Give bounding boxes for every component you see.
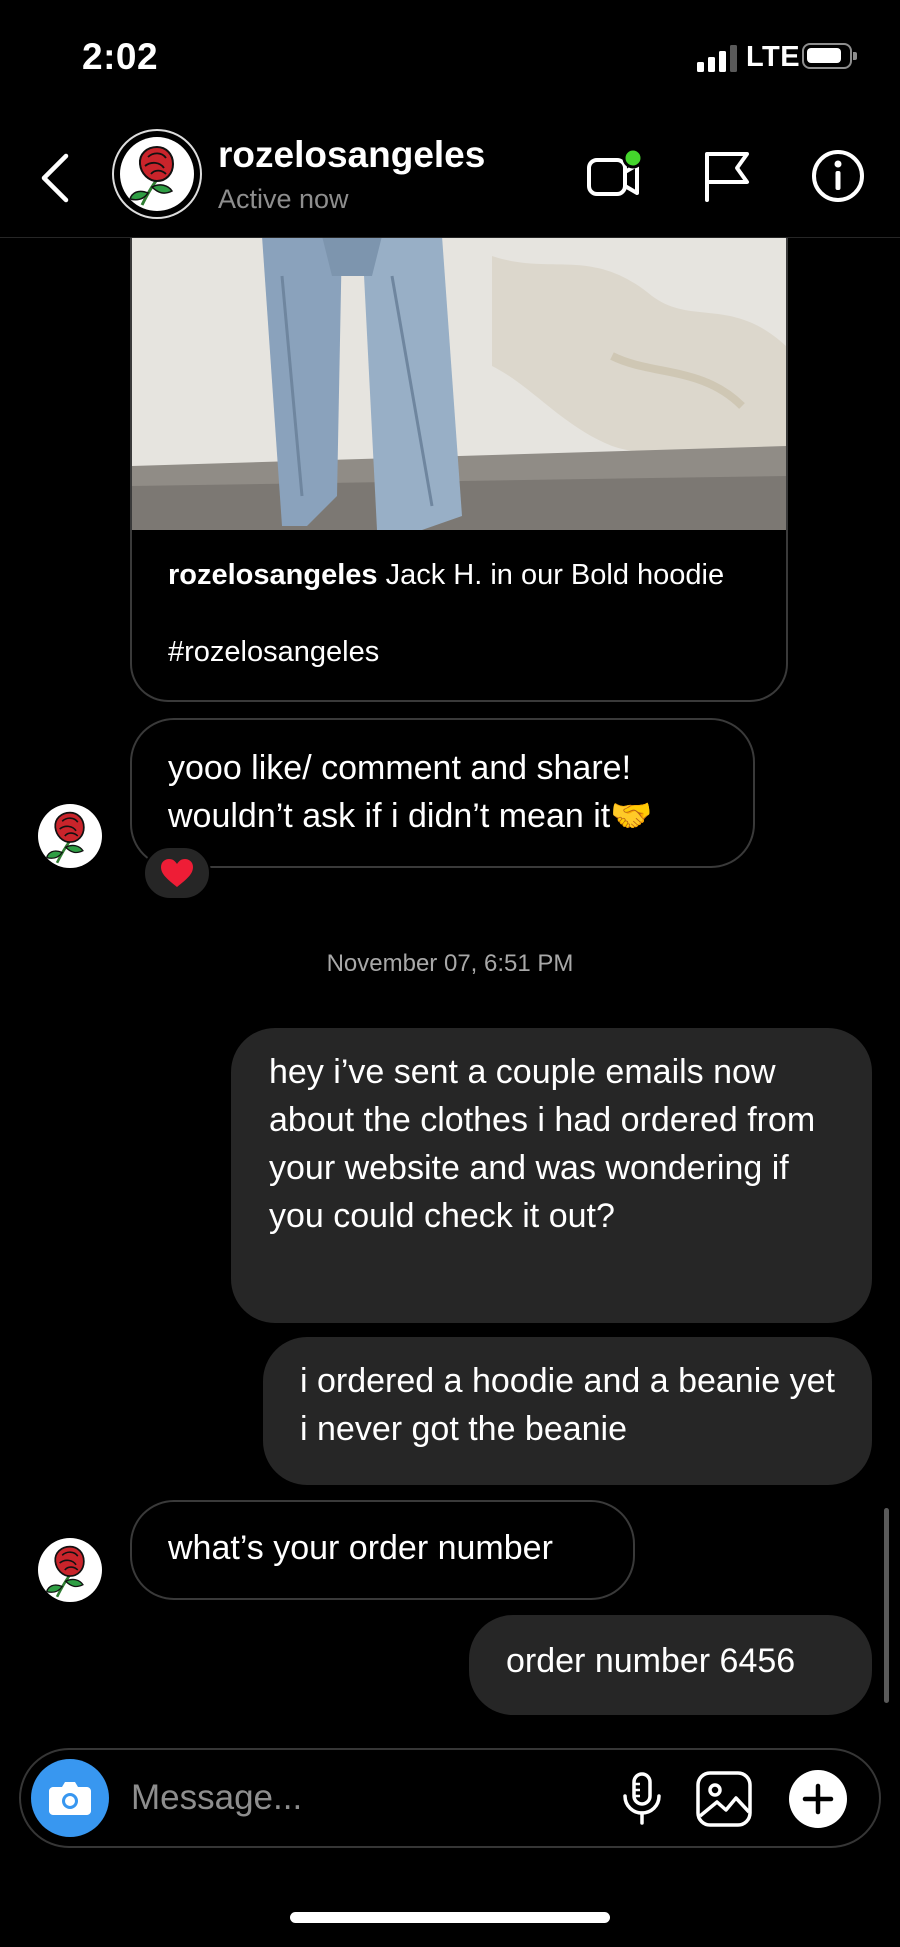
rose-logo-icon	[45, 1545, 85, 1598]
post-author[interactable]: rozelosangeles	[168, 559, 378, 591]
shared-post[interactable]: rozelosangeles Jack H. in our Bold hoodi…	[130, 236, 788, 702]
header-avatar[interactable]	[112, 129, 202, 219]
message-text: i ordered a hoodie and a beanie yet i ne…	[300, 1362, 835, 1448]
sender-avatar[interactable]	[38, 1538, 102, 1602]
incoming-message[interactable]: what’s your order number	[130, 1500, 635, 1600]
flag-icon[interactable]	[697, 146, 757, 206]
chat-username[interactable]: rozelosangeles	[218, 134, 485, 176]
home-indicator[interactable]	[290, 1912, 610, 1923]
network-type: LTE	[746, 41, 801, 73]
chat-header: rozelosangeles Active now	[0, 120, 900, 238]
incoming-message[interactable]: yooo like/ comment and share! wouldn’t a…	[130, 718, 755, 868]
message-thread[interactable]: rozelosangeles Jack H. in our Bold hoodi…	[0, 236, 900, 1738]
video-call-icon[interactable]	[585, 146, 645, 206]
plus-icon	[802, 1783, 834, 1815]
camera-button[interactable]	[31, 1759, 109, 1837]
more-options-button[interactable]	[789, 1770, 847, 1828]
sender-avatar[interactable]	[38, 804, 102, 868]
gallery-icon[interactable]	[693, 1768, 755, 1830]
chevron-left-icon[interactable]	[34, 148, 78, 208]
scrollbar[interactable]	[884, 1508, 889, 1703]
post-hashtag[interactable]: #rozelosangeles	[168, 636, 379, 669]
reaction-badge[interactable]	[143, 846, 211, 900]
info-icon[interactable]	[808, 146, 868, 206]
outgoing-message[interactable]: order number 6456	[469, 1615, 872, 1715]
rose-logo-icon	[45, 811, 85, 864]
message-input[interactable]	[131, 1776, 491, 1820]
message-composer	[19, 1748, 881, 1848]
camera-icon	[49, 1782, 91, 1815]
message-text: order number 6456	[506, 1642, 796, 1680]
cellular-signal-icon	[697, 44, 739, 72]
activity-status: Active now	[218, 184, 349, 214]
date-divider: November 07, 6:51 PM	[326, 950, 574, 977]
heart-icon	[161, 859, 193, 887]
outgoing-message[interactable]: i ordered a hoodie and a beanie yet i ne…	[263, 1337, 872, 1485]
post-photo[interactable]	[132, 236, 786, 530]
rose-logo-icon	[129, 145, 175, 206]
post-caption-text: Jack H. in our Bold hoodie	[377, 559, 725, 591]
battery-icon	[802, 43, 857, 69]
outgoing-message[interactable]: hey i’ve sent a couple emails now about …	[231, 1028, 872, 1323]
dm-screen: 2:02 LTE rozelosangeles Active now rozel…	[0, 0, 900, 1947]
message-text: what’s your order number	[168, 1529, 553, 1567]
message-text: hey i’ve sent a couple emails now about …	[269, 1053, 816, 1235]
status-time: 2:02	[82, 36, 159, 77]
microphone-icon[interactable]	[613, 1770, 671, 1828]
message-text: yooo like/ comment and share! wouldn’t a…	[168, 749, 653, 835]
status-bar: 2:02 LTE	[0, 0, 900, 120]
post-caption: rozelosangeles Jack H. in our Bold hoodi…	[168, 556, 748, 594]
